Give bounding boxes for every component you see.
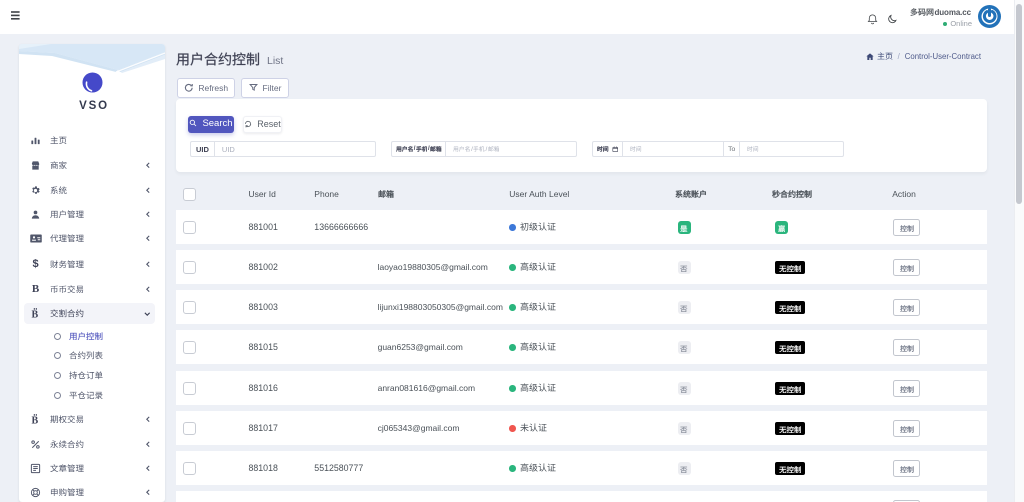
svg-text:B: B [32,415,39,425]
svg-text:B: B [32,310,39,320]
